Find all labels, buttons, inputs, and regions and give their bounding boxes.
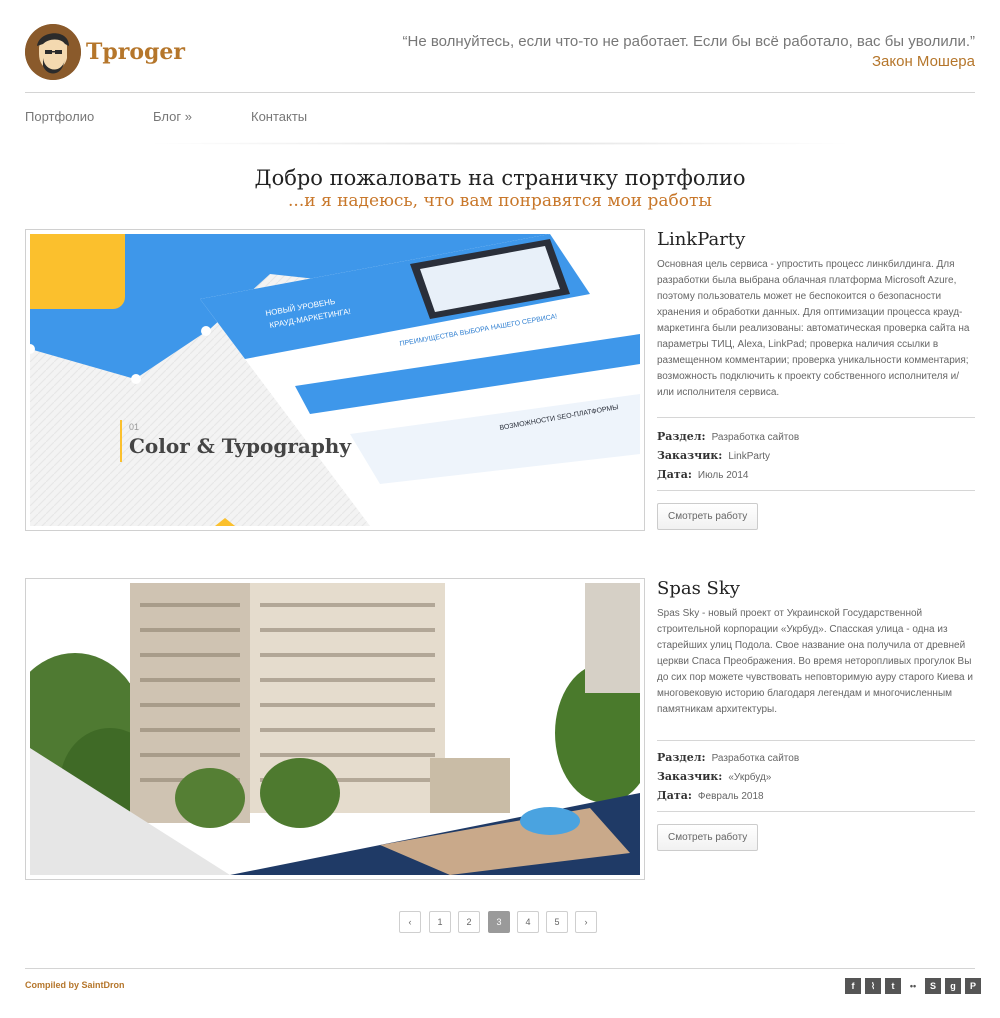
twitter-icon[interactable]: t (885, 978, 901, 994)
pagination-page-active[interactable]: 3 (488, 911, 510, 933)
meta-section-label: Раздел: (657, 751, 706, 764)
project-description: Spas Sky - новый проект от Украинской Го… (657, 608, 973, 715)
project-card-linkparty: НОВЫЙ УРОВЕНЬ КРАУД-МАРКЕТИНГА! ПРЕИМУЩЕ… (25, 229, 975, 531)
pinterest-icon[interactable]: P (965, 978, 981, 994)
footer-divider (25, 968, 975, 969)
facebook-icon[interactable]: f (845, 978, 861, 994)
meta-date: Дата: Июль 2014 (657, 465, 975, 484)
spassky-preview-image (30, 583, 640, 875)
quote-author: Закон Мошера (872, 53, 975, 70)
meta-date-label: Дата: (657, 789, 692, 802)
project-info-linkparty: LinkParty Основная цель сервиса - упрост… (657, 229, 975, 530)
project-meta: Раздел: Разработка сайтов Заказчик: «Укрбу… (657, 748, 975, 805)
view-work-button[interactable]: Смотреть работу (657, 503, 759, 530)
nav-item-contacts[interactable]: Контакты (251, 109, 307, 124)
pagination-next-button[interactable]: › (575, 911, 597, 933)
header-quote: “Не волнуйтесь, если что-то не работает.… (403, 32, 975, 72)
meta-client-label: Заказчик: (657, 770, 723, 783)
header-divider (25, 92, 975, 93)
project-image-linkparty[interactable]: НОВЫЙ УРОВЕНЬ КРАУД-МАРКЕТИНГА! ПРЕИМУЩЕ… (25, 229, 645, 531)
meta-section-value: Разработка сайтов (711, 753, 800, 764)
welcome-block: Добро пожаловать на страничку портфолио … (0, 165, 1000, 211)
skype-icon[interactable]: S (925, 978, 941, 994)
project-divider (657, 490, 975, 491)
meta-section-value: Разработка сайтов (711, 432, 800, 443)
pagination-page[interactable]: 5 (546, 911, 568, 933)
linkparty-preview-image: НОВЫЙ УРОВЕНЬ КРАУД-МАРКЕТИНГА! ПРЕИМУЩЕ… (30, 234, 640, 526)
project-divider (657, 811, 975, 812)
meta-client-value: LinkParty (728, 451, 771, 462)
project-divider (657, 417, 975, 418)
meta-date-value: Февраль 2018 (697, 791, 764, 802)
rss-icon[interactable]: ⌇ (865, 978, 881, 994)
page-title: Добро пожаловать на страничку портфолио (254, 166, 746, 190)
pagination-page[interactable]: 1 (429, 911, 451, 933)
meta-section-label: Раздел: (657, 430, 706, 443)
pagination-page[interactable]: 2 (458, 911, 480, 933)
project-title[interactable]: Spas Sky (657, 578, 975, 600)
logo-avatar-icon[interactable] (25, 24, 81, 80)
logo-text[interactable]: Tproger (86, 39, 185, 65)
meta-section: Раздел: Разработка сайтов (657, 427, 975, 446)
project-title[interactable]: LinkParty (657, 229, 975, 251)
nav-divider (140, 142, 860, 145)
project-meta: Раздел: Разработка сайтов Заказчик: LinkPa… (657, 427, 975, 484)
project-divider (657, 740, 975, 741)
meta-date: Дата: Февраль 2018 (657, 786, 975, 805)
project-card-spassky: Spas Sky Spas Sky - новый проект от Укра… (25, 578, 975, 880)
footer-credit[interactable]: Compiled by SaintDron (25, 980, 125, 990)
meta-client: Заказчик: LinkParty (657, 446, 975, 465)
flickr-icon[interactable]: •• (905, 978, 921, 994)
meta-section: Раздел: Разработка сайтов (657, 748, 975, 767)
page-subtitle: ...и я надеюсь, что вам понравятся мои р… (288, 191, 712, 211)
meta-date-value: Июль 2014 (697, 470, 749, 481)
view-work-button[interactable]: Смотреть работу (657, 824, 759, 851)
google-plus-icon[interactable]: g (945, 978, 961, 994)
meta-client: Заказчик: «Укрбуд» (657, 767, 975, 786)
image-caption: Color & Typography (129, 434, 352, 458)
pagination-page[interactable]: 4 (517, 911, 539, 933)
project-image-spassky[interactable] (25, 578, 645, 880)
nav-item-blog[interactable]: Блог » (153, 109, 192, 124)
site-header: Tproger “Не волнуйтесь, если что-то не р… (25, 24, 975, 84)
nav-item-portfolio[interactable]: Портфолио (25, 109, 94, 124)
meta-client-value: «Укрбуд» (728, 772, 772, 783)
pagination-prev-button[interactable]: ‹ (399, 911, 421, 933)
step-number: 01 (129, 422, 139, 432)
project-description: Основная цель сервиса - упростить процес… (657, 259, 970, 398)
meta-client-label: Заказчик: (657, 449, 723, 462)
meta-date-label: Дата: (657, 468, 692, 481)
project-info-spassky: Spas Sky Spas Sky - новый проект от Укра… (657, 578, 975, 851)
quote-text: “Не волнуйтесь, если что-то не работает.… (402, 33, 975, 50)
